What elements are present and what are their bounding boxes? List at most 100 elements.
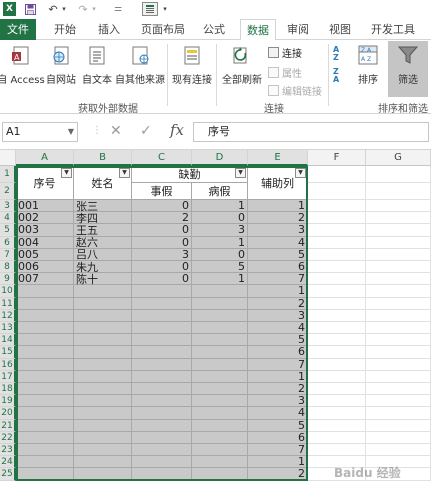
sort-za-button[interactable]: ZA (332, 68, 350, 89)
empty-cell[interactable] (16, 370, 74, 383)
column-header-e[interactable]: E (248, 150, 308, 166)
empty-cell[interactable] (366, 285, 431, 298)
cell-sick-leave[interactable]: 1 (192, 272, 248, 286)
empty-cell[interactable] (16, 444, 74, 457)
empty-cell[interactable] (74, 370, 132, 383)
row-header[interactable]: 17 (0, 370, 16, 383)
empty-cell[interactable] (16, 431, 74, 444)
empty-cell[interactable] (192, 334, 248, 347)
empty-cell[interactable] (366, 370, 431, 383)
tab-review[interactable]: 审阅 (284, 19, 312, 40)
save-icon[interactable] (24, 2, 36, 16)
empty-cell[interactable] (192, 395, 248, 408)
empty-cell[interactable] (308, 273, 366, 286)
empty-cell[interactable] (366, 273, 431, 286)
empty-cell[interactable] (192, 297, 248, 310)
tab-file[interactable]: 文件 (0, 19, 36, 40)
empty-cell[interactable] (132, 395, 192, 408)
cell-seq[interactable]: 007 (16, 272, 74, 286)
properties-button[interactable]: 属性 (268, 65, 302, 80)
row-header[interactable]: 4 (0, 212, 16, 225)
empty-cell[interactable] (192, 370, 248, 383)
empty-cell[interactable] (132, 322, 192, 335)
empty-cell[interactable] (308, 322, 366, 335)
row-header[interactable]: 3 (0, 200, 16, 213)
empty-cell[interactable] (192, 285, 248, 298)
header-cell-absence[interactable]: 缺勤 (132, 166, 248, 183)
empty-cell[interactable] (308, 358, 366, 371)
header-cell-personal-leave[interactable]: 事假 (132, 183, 192, 200)
empty-cell[interactable] (308, 261, 366, 274)
existing-connections-button[interactable]: 现有连接 (172, 44, 212, 86)
row-header[interactable]: 21 (0, 419, 16, 432)
enter-check-icon[interactable]: ✓ (140, 123, 152, 139)
row-header[interactable]: 8 (0, 261, 16, 274)
empty-cell[interactable] (366, 419, 431, 432)
empty-cell[interactable] (74, 444, 132, 457)
empty-cell[interactable] (366, 407, 431, 420)
empty-cell[interactable] (366, 358, 431, 371)
empty-cell[interactable] (192, 309, 248, 322)
empty-cell[interactable] (132, 431, 192, 444)
refresh-all-button[interactable]: 全部刷新 (220, 44, 264, 86)
cancel-icon[interactable]: ✕ (110, 123, 122, 139)
empty-cell[interactable] (366, 224, 431, 237)
empty-cell[interactable] (308, 444, 366, 457)
empty-cell[interactable] (308, 334, 366, 347)
row-header[interactable]: 11 (0, 297, 16, 310)
empty-cell[interactable] (366, 322, 431, 335)
empty-cell[interactable] (192, 322, 248, 335)
empty-cell[interactable] (366, 309, 431, 322)
empty-cell[interactable] (16, 297, 74, 310)
row-header[interactable]: 19 (0, 395, 16, 408)
empty-cell[interactable] (192, 431, 248, 444)
filter-dropdown-icon[interactable]: ▼ (235, 168, 246, 178)
empty-cell[interactable] (308, 297, 366, 310)
row-header[interactable]: 12 (0, 309, 16, 322)
empty-cell[interactable] (16, 383, 74, 396)
empty-cell[interactable] (132, 407, 192, 420)
sort-button[interactable]: Z A A Z 排序 (354, 44, 382, 86)
select-all-corner[interactable] (0, 150, 16, 166)
empty-cell[interactable] (132, 370, 192, 383)
undo-dropdown-icon[interactable]: ▾ (60, 2, 68, 16)
empty-cell[interactable] (366, 297, 431, 310)
row-header[interactable]: 14 (0, 334, 16, 347)
worksheet-grid[interactable]: A B C D E F G 1 2 3 4 5 6 7 8 9 10 11 12 13 14 15 16 17 18 19 20 21… (0, 150, 431, 500)
empty-cell[interactable] (16, 322, 74, 335)
empty-cell[interactable] (192, 358, 248, 371)
empty-cell[interactable] (74, 297, 132, 310)
cell-personal-leave[interactable]: 0 (132, 272, 192, 286)
row-header[interactable]: 1 (0, 166, 16, 183)
empty-cell[interactable] (74, 383, 132, 396)
empty-cell[interactable] (366, 383, 431, 396)
empty-cell[interactable] (74, 407, 132, 420)
empty-cell[interactable] (308, 248, 366, 261)
tab-home[interactable]: 开始 (50, 19, 80, 40)
empty-cell[interactable] (74, 346, 132, 359)
empty-cell[interactable] (366, 395, 431, 408)
redo-dropdown-icon[interactable]: ▾ (90, 2, 98, 16)
empty-cell[interactable] (366, 248, 431, 261)
tab-insert[interactable]: 插入 (94, 19, 124, 40)
empty-cell[interactable] (308, 183, 366, 200)
empty-cell[interactable] (192, 419, 248, 432)
from-text-button[interactable]: 自文本 (80, 44, 114, 86)
formula-input[interactable]: 序号 (193, 122, 429, 142)
row-header[interactable]: 7 (0, 248, 16, 261)
empty-cell[interactable] (308, 370, 366, 383)
empty-cell[interactable] (74, 419, 132, 432)
empty-cell[interactable] (74, 358, 132, 371)
empty-cell[interactable] (74, 395, 132, 408)
empty-cell[interactable] (366, 346, 431, 359)
empty-cell[interactable] (366, 212, 431, 225)
sort-az-button[interactable]: AZ (332, 46, 350, 67)
empty-cell[interactable] (192, 383, 248, 396)
empty-cell[interactable] (132, 468, 192, 481)
empty-cell[interactable] (74, 322, 132, 335)
filter-button[interactable]: 筛选 (388, 41, 428, 97)
tab-data[interactable]: 数据 (240, 19, 276, 41)
insert-function-icon[interactable]: fx (170, 121, 184, 139)
empty-cell[interactable] (16, 285, 74, 298)
empty-cell[interactable] (74, 431, 132, 444)
